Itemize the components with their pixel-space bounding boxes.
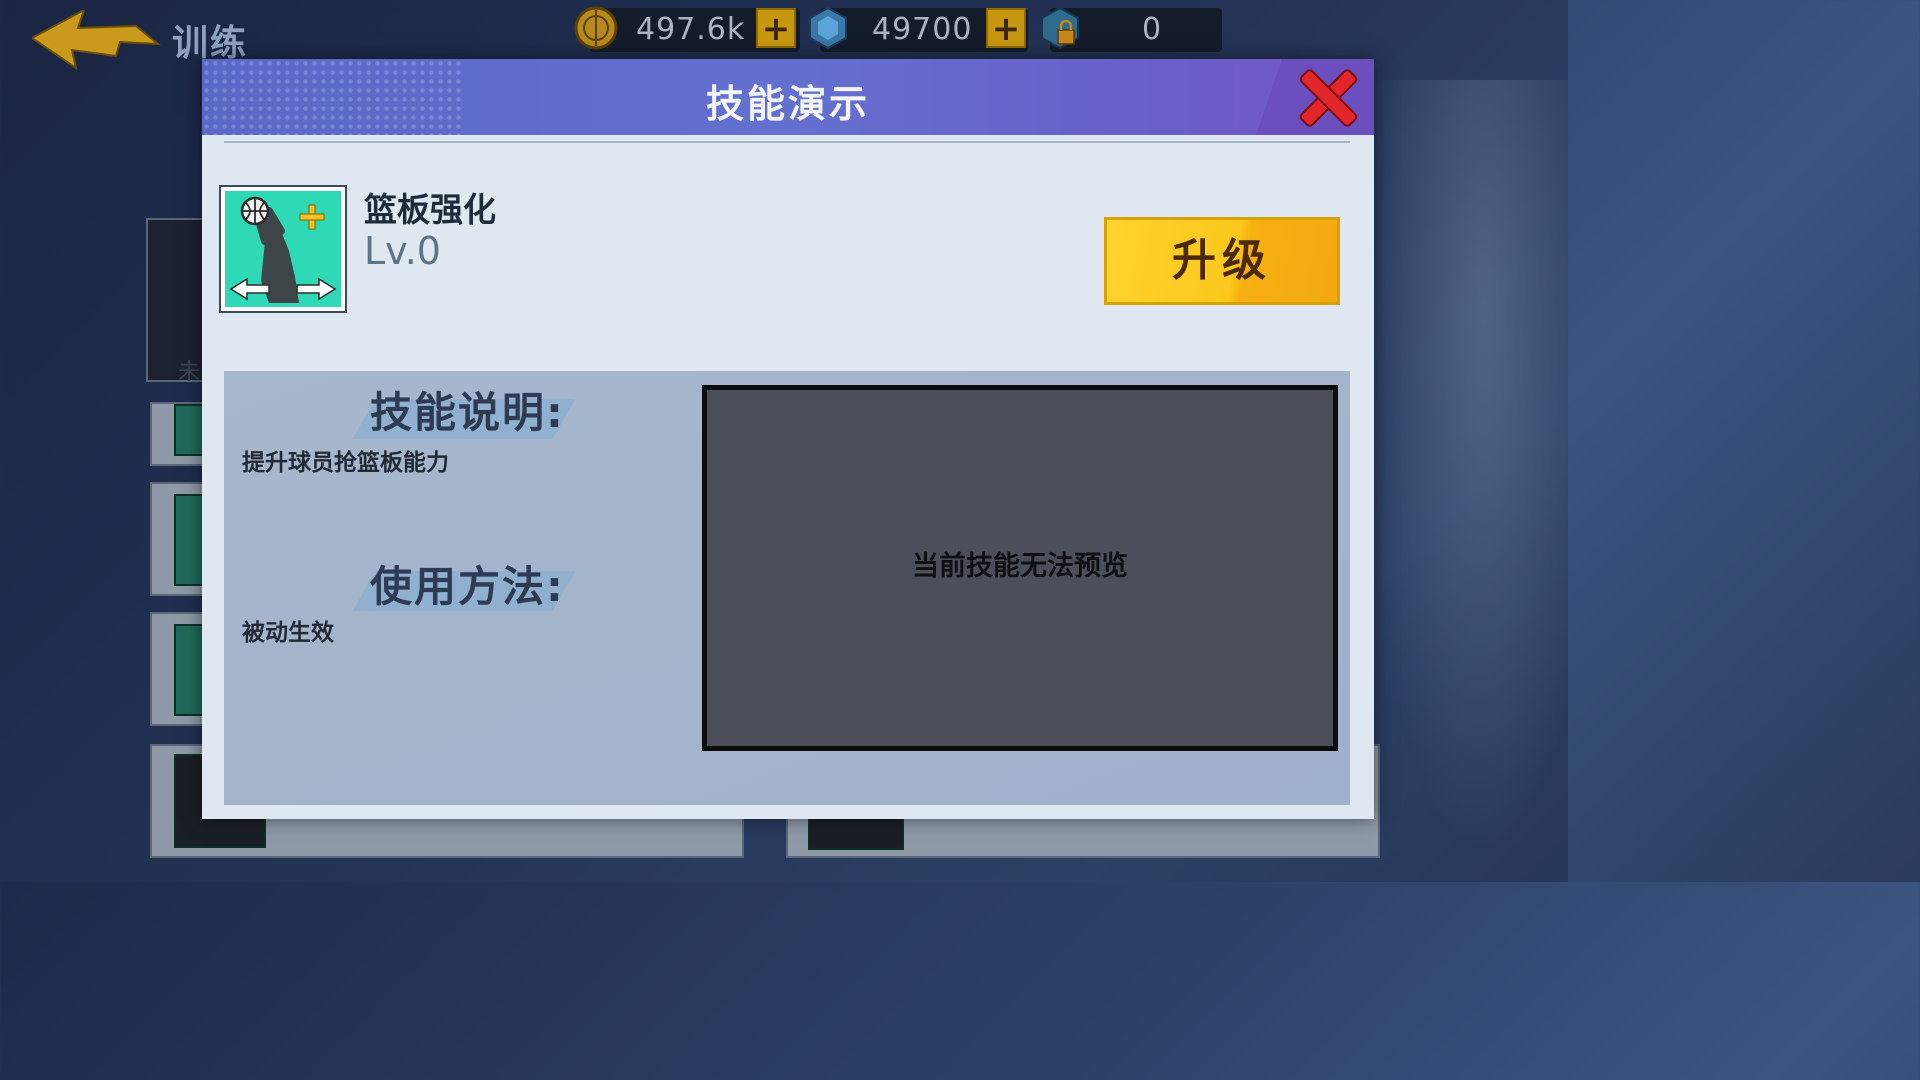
locked-gem-icon	[1038, 6, 1082, 50]
add-gems-button[interactable]: +	[986, 8, 1026, 48]
usage-text: 被动生效	[242, 620, 334, 646]
header-divider	[224, 141, 1350, 143]
add-coins-button[interactable]: +	[756, 8, 796, 48]
coins-value: 497.6k	[636, 12, 746, 47]
description-text: 提升球员抢篮板能力	[242, 450, 449, 476]
coin-icon	[574, 6, 618, 50]
skill-demo-dialog: 技能演示 篮板强化 Lv.0 升级 技能说明: 提升球员抢篮板能力 使用方法: …	[202, 59, 1374, 819]
rebound-boost-icon	[225, 191, 341, 307]
back-arrow-button[interactable]	[30, 7, 162, 80]
gem-icon	[806, 6, 850, 50]
usage-heading: 使用方法:	[370, 562, 565, 611]
bg-list-label: 未	[178, 360, 201, 385]
top-bar: 训练 497.6k + 49700 + 0	[0, 0, 1568, 71]
skill-preview-area: 当前技能无法预览	[702, 385, 1338, 751]
gems-value: 49700	[872, 12, 973, 47]
dialog-header: 技能演示	[202, 59, 1374, 135]
back-arrow-icon	[30, 7, 161, 71]
skill-level: Lv.0	[364, 229, 441, 273]
skill-icon-frame	[219, 185, 347, 313]
dialog-title: 技能演示	[705, 82, 870, 126]
close-button[interactable]	[1296, 67, 1357, 127]
player-silhouette	[1358, 80, 1568, 860]
skill-info-panel: 技能说明: 提升球员抢篮板能力 使用方法: 被动生效 当前技能无法预览	[224, 371, 1350, 805]
preview-message: 当前技能无法预览	[912, 551, 1128, 582]
description-heading: 技能说明:	[370, 388, 565, 437]
tickets-value: 0	[1142, 12, 1163, 47]
skill-name: 篮板强化	[364, 190, 496, 229]
upgrade-button[interactable]: 升级	[1104, 217, 1340, 305]
